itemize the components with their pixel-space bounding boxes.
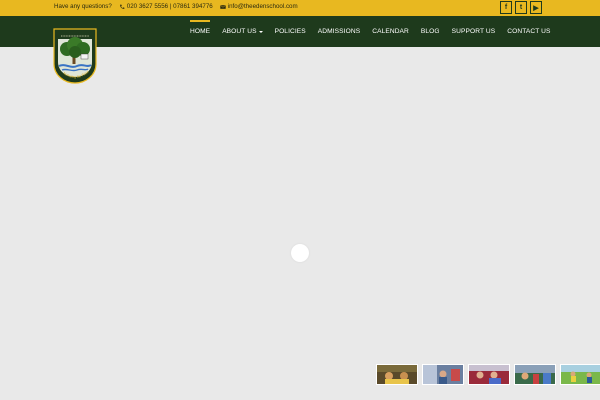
- thumbnail-3[interactable]: [468, 364, 510, 385]
- facebook-icon[interactable]: f: [500, 1, 512, 14]
- envelope-icon: [219, 4, 226, 9]
- hero-slider-area: [0, 47, 600, 400]
- nav-item-calendar[interactable]: CALENDAR: [366, 16, 415, 47]
- phone-contact[interactable]: 020 3627 5556 | 07861 394776: [119, 3, 213, 10]
- thumbnail-5[interactable]: [560, 364, 600, 385]
- thumbnail-4[interactable]: [514, 364, 556, 385]
- nav-label-admissions: ADMISSIONS: [317, 28, 361, 35]
- thumbnail-1-image: [377, 365, 417, 384]
- caret-down-icon: [258, 30, 263, 33]
- email-address: info@theedenschool.com: [227, 3, 298, 10]
- phone-icon: [119, 4, 125, 9]
- thumbnail-4-image: [515, 365, 555, 384]
- nav-item-home[interactable]: HOME: [184, 16, 216, 47]
- loading-spinner: [291, 244, 309, 262]
- nav-item-support-us[interactable]: SUPPORT US: [446, 16, 502, 47]
- nav-item-about-us[interactable]: ABOUT US: [216, 16, 268, 47]
- school-crest-logo[interactable]: Nurturing the Future: [52, 25, 97, 84]
- nav-label-policies: POLICIES: [274, 28, 306, 35]
- nav-item-admissions[interactable]: ADMISSIONS: [312, 16, 366, 47]
- contact-info: Have any questions? 020 3627 5556 | 0786…: [54, 3, 298, 10]
- crest-shield: Nurturing the Future: [52, 25, 97, 84]
- main-nav: HOME ABOUT US POLICIES ADMISSIONS CALEND…: [184, 16, 557, 47]
- thumbnail-2-image: [423, 365, 463, 384]
- youtube-icon[interactable]: ▶: [530, 1, 542, 14]
- thumbnail-5-image: [561, 365, 600, 384]
- nav-label-contact-us: CONTACT US: [507, 28, 551, 35]
- thumbnail-3-image: [469, 365, 509, 384]
- nav-label-blog: BLOG: [420, 28, 440, 35]
- top-info-bar: Have any questions? 020 3627 5556 | 0786…: [0, 0, 600, 16]
- nav-label-calendar: CALENDAR: [372, 28, 409, 35]
- nav-label-about-us: ABOUT US: [222, 28, 257, 35]
- thumbnail-1[interactable]: [376, 364, 418, 385]
- thumbnail-2[interactable]: [422, 364, 464, 385]
- email-contact[interactable]: info@theedenschool.com: [219, 3, 298, 10]
- nav-label-home: HOME: [190, 28, 211, 35]
- slider-thumbnails: [376, 364, 600, 385]
- nav-label-support-us: SUPPORT US: [451, 28, 496, 35]
- twitter-icon[interactable]: t: [515, 1, 527, 14]
- question-text: Have any questions?: [54, 3, 112, 10]
- book-icon: [80, 53, 89, 60]
- phone-number: 020 3627 5556 | 07861 394776: [126, 3, 213, 10]
- nav-item-policies[interactable]: POLICIES: [269, 16, 312, 47]
- nav-item-blog[interactable]: BLOG: [415, 16, 446, 47]
- social-links: f t ▶: [500, 1, 542, 14]
- nav-item-contact-us[interactable]: CONTACT US: [501, 16, 556, 47]
